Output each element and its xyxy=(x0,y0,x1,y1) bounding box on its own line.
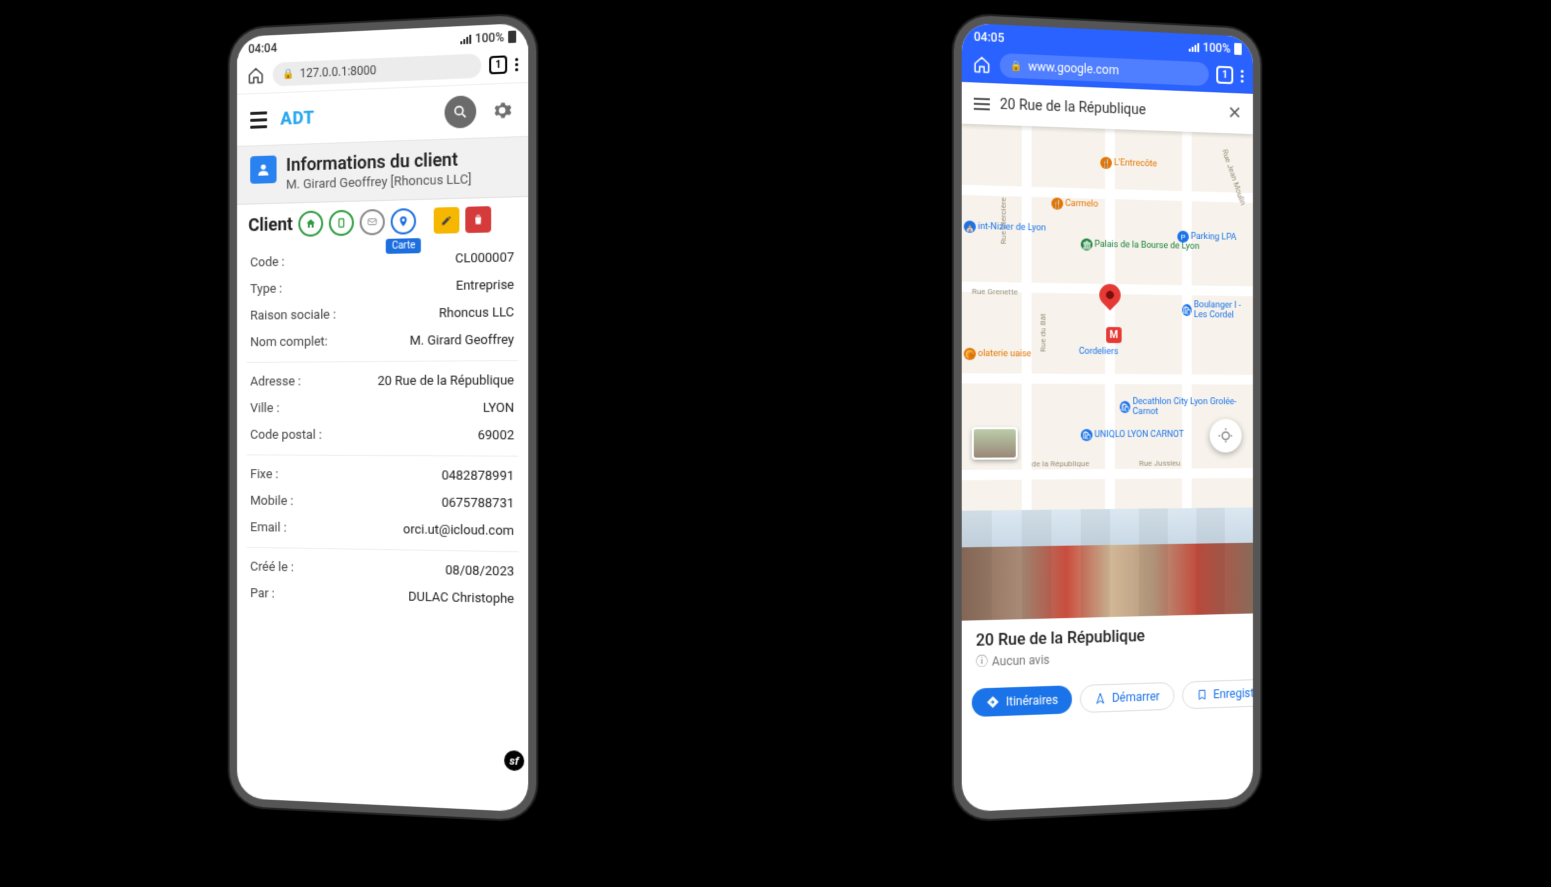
place-card: 20 Rue de la République ⓘAucun avis xyxy=(962,613,1253,680)
field-label: Créé le : xyxy=(250,560,294,576)
field-value: Entreprise xyxy=(456,278,514,294)
field-value: CL000007 xyxy=(455,250,514,266)
page-subtitle: M. Girard Geoffrey [Rhoncus LLC] xyxy=(286,172,472,192)
home-action-icon[interactable] xyxy=(299,210,324,236)
page-title-block: Informations du client M. Girard Geoffre… xyxy=(237,137,528,205)
maps-menu-icon[interactable] xyxy=(974,97,990,110)
battery-percent: 100% xyxy=(475,30,504,46)
field-value: Rhoncus LLC xyxy=(439,305,514,321)
page-title: Informations du client xyxy=(286,149,472,176)
field-label: Email : xyxy=(250,520,286,535)
home-icon[interactable] xyxy=(246,65,265,86)
road-label: de la République xyxy=(1032,459,1090,468)
map-action-icon[interactable]: Carte xyxy=(391,208,416,235)
field-label: Ville : xyxy=(250,401,279,416)
save-button[interactable]: Enregist xyxy=(1182,679,1253,710)
lock-icon: 🔒 xyxy=(1010,60,1022,72)
delete-button[interactable] xyxy=(466,206,492,233)
mobile-action-icon[interactable] xyxy=(329,210,354,236)
field-label: Nom complet: xyxy=(250,335,327,351)
field-label: Code : xyxy=(250,255,284,270)
signal-icon xyxy=(1189,42,1199,51)
field-value: 0482878991 xyxy=(442,468,515,484)
info-icon: ⓘ xyxy=(976,653,988,671)
url-bar[interactable]: 🔒 www.google.com xyxy=(1000,53,1209,86)
field-label: Code postal : xyxy=(250,428,322,443)
field-label: Fixe : xyxy=(250,467,278,482)
phone-client-app: 04:04 100% 🔒 127.0.0.1:8000 1 ADT xyxy=(237,23,528,812)
hamburger-icon[interactable] xyxy=(250,111,267,128)
settings-icon[interactable] xyxy=(490,98,514,123)
contact-icon xyxy=(250,155,276,183)
field-label: Adresse : xyxy=(250,374,301,389)
client-toolbar: Client Carte xyxy=(237,197,528,246)
field-value: 69002 xyxy=(478,428,514,443)
road-label: Rue Grenette xyxy=(972,287,1018,297)
map-canvas[interactable]: Rue Mercière Rue Grenette de la Républiq… xyxy=(962,124,1253,511)
battery-icon xyxy=(1234,43,1242,55)
directions-button[interactable]: Itinéraires xyxy=(972,685,1072,717)
status-time: 04:04 xyxy=(248,41,277,56)
url-bar[interactable]: 🔒 127.0.0.1:8000 xyxy=(273,53,481,86)
field-value: LYON xyxy=(483,401,514,416)
locate-me-button[interactable] xyxy=(1210,419,1242,453)
field-label: Mobile : xyxy=(250,494,293,509)
field-value: orci.ut@icloud.com xyxy=(403,522,514,539)
field-value: 0675788731 xyxy=(442,496,515,512)
metro-icon[interactable]: M xyxy=(1106,327,1122,343)
search-button[interactable] xyxy=(445,95,477,129)
poi-store[interactable]: 🛍Decathlon City Lyon Grolée-Carnot xyxy=(1120,397,1253,417)
field-value: DULAC Christophe xyxy=(408,590,514,608)
road-label: Rue du Bât xyxy=(1038,313,1047,352)
tabs-button[interactable]: 1 xyxy=(489,55,507,74)
reviews-text: Aucun avis xyxy=(992,652,1050,668)
poi-restaurant[interactable]: 🍴L'Entrecôte xyxy=(1100,157,1157,171)
battery-percent: 100% xyxy=(1203,40,1231,55)
browser-menu-icon[interactable] xyxy=(1241,69,1244,82)
app-logo[interactable]: ADT xyxy=(280,107,314,129)
client-details: Code : CL000007 Type : Entreprise Raison s… xyxy=(237,240,528,624)
poi-restaurant[interactable]: 🍴Carmelo xyxy=(1051,197,1098,210)
field-label: Par : xyxy=(250,586,274,601)
mail-action-icon[interactable] xyxy=(360,209,385,236)
client-label: Client xyxy=(248,214,293,236)
maps-query[interactable]: 20 Rue de la République xyxy=(1000,96,1218,120)
streetview-strip[interactable] xyxy=(962,507,1253,620)
home-icon[interactable] xyxy=(972,54,992,75)
poi-store[interactable]: 🛍UNIQLO LYON CARNOT xyxy=(1081,429,1184,441)
streetview-thumbnail[interactable] xyxy=(972,427,1018,460)
start-button[interactable]: Démarrer xyxy=(1080,682,1174,713)
clear-icon[interactable]: ✕ xyxy=(1228,103,1242,124)
lock-icon: 🔒 xyxy=(282,68,294,79)
field-value: 20 Rue de la République xyxy=(378,373,515,389)
map-tooltip: Carte xyxy=(386,238,421,254)
road-label: Rue Jussieu xyxy=(1139,459,1180,468)
signal-icon xyxy=(460,34,471,44)
battery-icon xyxy=(508,31,516,44)
url-text: www.google.com xyxy=(1028,59,1119,77)
poi-parking[interactable]: PParking LPA xyxy=(1177,231,1236,244)
field-value: 08/08/2023 xyxy=(445,563,514,579)
poi-store[interactable]: 🛍Boulanger I - Les Cordel xyxy=(1182,300,1253,321)
url-text: 127.0.0.1:8000 xyxy=(300,63,377,80)
tabs-button[interactable]: 1 xyxy=(1216,66,1233,84)
status-time: 04:05 xyxy=(974,30,1004,46)
phone-google-maps: 04:05 100% 🔒 www.google.com 1 20 Rue de … xyxy=(962,23,1253,812)
place-actions: Itinéraires Démarrer Enregist xyxy=(962,671,1253,731)
poi-bakery[interactable]: 🥐olaterie uaise xyxy=(964,348,1031,361)
poi-landmark[interactable]: ⛪int-Nizier de Lyon xyxy=(964,220,1046,234)
browser-menu-icon[interactable] xyxy=(515,57,518,70)
field-value: M. Girard Geoffrey xyxy=(410,333,514,349)
field-label: Type : xyxy=(250,282,282,297)
app-header: ADT xyxy=(237,83,528,147)
symfony-badge-icon: sf xyxy=(504,750,524,771)
field-label: Raison sociale : xyxy=(250,308,336,324)
edit-button[interactable] xyxy=(434,207,460,234)
poi-metro[interactable]: Cordeliers xyxy=(1079,347,1119,357)
